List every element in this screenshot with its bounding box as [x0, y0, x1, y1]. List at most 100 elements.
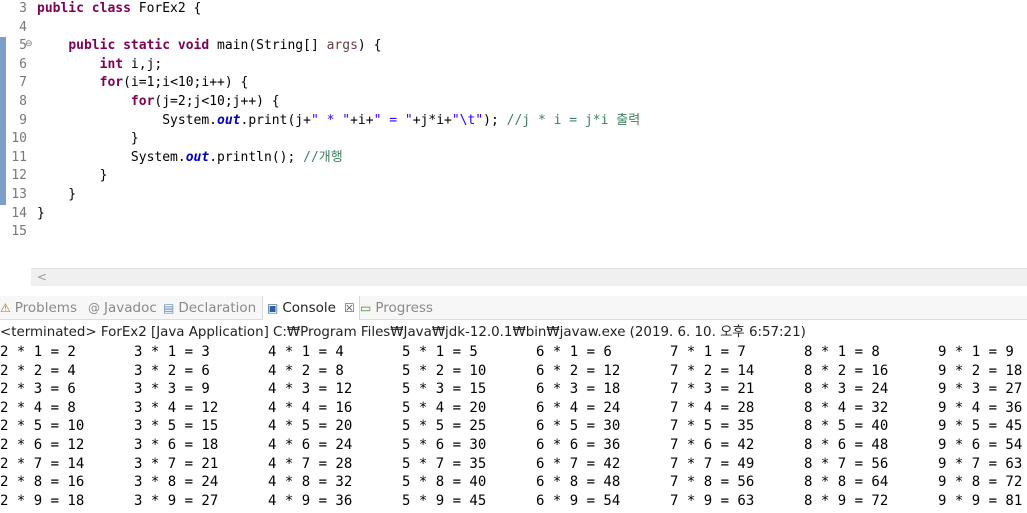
console-output-cell: 2 * 4 = 8	[0, 399, 76, 416]
tab-label: Console	[282, 300, 336, 316]
progress-icon: ▭	[360, 301, 372, 315]
line-number: 3	[19, 1, 27, 16]
code-line[interactable]: }	[37, 205, 45, 224]
console-output-cell: 3 * 3 = 9	[134, 381, 210, 398]
console-output-cell: 8 * 5 = 40	[804, 418, 889, 435]
code-token: public static void	[68, 38, 210, 54]
console-output-cell: 8 * 2 = 16	[804, 362, 889, 379]
tab-label: Javadoc	[104, 300, 157, 316]
code-line[interactable]: }	[37, 167, 108, 186]
console-output-cell: 9 * 9 = 81	[938, 492, 1023, 509]
console-output-cell: 7 * 6 = 42	[670, 437, 755, 453]
code-token: int	[99, 56, 124, 72]
code-editor[interactable]: 3 4 5 6 7 8 9 10 11 12 13 14 15 ⊖ public class ForEx2…	[0, 0, 1027, 286]
console-output-cell: 2 * 5 = 10	[0, 418, 85, 435]
code-token: (i=1;i<10;i++) {	[123, 75, 249, 91]
console-output-cell: 8 * 4 = 32	[804, 399, 889, 416]
console-output-line: 2 * 3 = 6 3 * 3 = 9 4 * 3 = 12 5 * 3 = 15 6 …	[0, 380, 1027, 399]
console-output-cell: 3 * 9 = 27	[134, 492, 219, 509]
code-token: //개행	[303, 149, 343, 165]
console-output-cell: 9 * 5 = 45	[938, 418, 1023, 435]
tab-progress[interactable]: ▭ Progress	[360, 296, 433, 320]
console-output-cell: 5 * 9 = 45	[402, 492, 487, 509]
tab-label: Problems	[14, 300, 77, 316]
console-output-cell: 5 * 2 = 10	[402, 362, 487, 379]
tab-problems[interactable]: ⚠ Problems	[0, 296, 77, 320]
console-output-cell: 3 * 7 = 21	[134, 455, 219, 472]
console-output-cell: 6 * 3 = 18	[536, 381, 621, 398]
console-output-line: 2 * 5 = 10 3 * 5 = 15 4 * 5 = 20 5 * 5 = 25…	[0, 417, 1027, 436]
tab-declaration[interactable]: ▤ Declaration	[163, 296, 256, 320]
console-output-line: 2 * 8 = 16 3 * 8 = 24 4 * 8 = 32 5 * 8 = 40…	[0, 473, 1027, 492]
console-output-cell: 9 * 4 = 36	[938, 399, 1023, 416]
code-line[interactable]: }	[37, 130, 139, 149]
tab-javadoc[interactable]: @ Javadoc	[88, 296, 157, 320]
console-output-cell: 6 * 2 = 12	[536, 362, 621, 379]
console-output-line: 2 * 4 = 8 3 * 4 = 12 4 * 4 = 16 5 * 4 = 20 6…	[0, 399, 1027, 418]
code-line[interactable]: System.out.print(j+" * "+i+" = "+j*i+"\t…	[37, 112, 640, 131]
fold-collapse-icon[interactable]: ⊖	[25, 39, 33, 49]
horizontal-scrollbar[interactable]: <	[31, 268, 1027, 286]
console-output-cell: 4 * 6 = 24	[268, 437, 353, 453]
code-token: //j * i = j*i 출력	[506, 112, 641, 128]
console-output-cell: 9 * 8 = 72	[938, 474, 1023, 491]
code-token: System.	[37, 112, 218, 128]
console-output-cell: 3 * 5 = 15	[134, 418, 219, 435]
code-token: args	[326, 38, 358, 54]
console-output-cell: 6 * 9 = 54	[536, 492, 621, 509]
console-output-cell: 7 * 4 = 28	[670, 399, 755, 416]
code-token: out	[185, 149, 210, 165]
code-token: for	[130, 94, 155, 109]
code-token: ForEx2 {	[130, 1, 202, 16]
tab-console[interactable]: ▣ Console ☒	[262, 296, 360, 320]
console-output-cell: 4 * 5 = 20	[268, 418, 353, 435]
code-token: }	[37, 205, 45, 221]
console-output-cell: 4 * 3 = 12	[268, 381, 353, 398]
code-line[interactable]: public static void main(String[] args) {	[37, 37, 381, 56]
console-status-line: <terminated> ForEx2 [Java Application] C…	[0, 325, 806, 340]
code-line[interactable]: for(i=1;i<10;i++) {	[37, 74, 249, 93]
tab-label: Declaration	[178, 300, 257, 316]
scroll-left-icon[interactable]: <	[37, 269, 47, 286]
close-icon[interactable]: ☒	[344, 301, 355, 315]
console-output-cell: 2 * 8 = 16	[0, 474, 85, 491]
problems-icon: ⚠	[0, 301, 11, 315]
console-output-cell: 5 * 8 = 40	[402, 474, 487, 491]
code-token: " * "	[310, 112, 351, 128]
console-output-cell: 2 * 3 = 6	[0, 381, 76, 398]
console-output-cell: 7 * 7 = 49	[670, 455, 755, 472]
console-output-cell: 9 * 2 = 18	[938, 362, 1023, 379]
code-line[interactable]: System.out.println(); //개행	[37, 149, 343, 168]
console-output-cell: 2 * 9 = 18	[0, 492, 85, 509]
console-output-cell: 6 * 5 = 30	[536, 418, 621, 435]
code-token: +j*i+	[412, 112, 452, 128]
console-output-cell: 7 * 9 = 63	[670, 492, 755, 509]
line-number: 15	[11, 224, 27, 240]
console-output-cell: 2 * 1 = 2	[0, 344, 76, 360]
console-output-cell: 5 * 6 = 30	[402, 437, 487, 453]
console-output-cell: 5 * 7 = 35	[402, 455, 487, 472]
console-output-cell: 9 * 1 = 9	[938, 344, 1014, 360]
console-output-cell: 7 * 8 = 56	[670, 474, 755, 491]
code-token: ) {	[357, 38, 382, 54]
code-token: System.	[37, 149, 186, 165]
console-view: <terminated> ForEx2 [Java Application] C…	[0, 321, 1027, 513]
console-output-line: 2 * 1 = 2 3 * 1 = 3 4 * 1 = 4 5 * 1 = 5 6 * …	[0, 343, 1027, 362]
console-output-cell: 7 * 3 = 21	[670, 381, 755, 398]
code-token: .println();	[209, 149, 304, 165]
console-output-cell: 9 * 6 = 54	[938, 437, 1023, 453]
console-output-cell: 4 * 1 = 4	[268, 344, 344, 360]
console-output-line: 2 * 6 = 12 3 * 6 = 18 4 * 6 = 24 5 * 6 = 30…	[0, 436, 1027, 455]
declaration-icon: ▤	[163, 301, 175, 315]
console-output-cell: 6 * 8 = 48	[536, 474, 621, 491]
console-output-cell: 3 * 6 = 18	[134, 437, 219, 453]
code-line[interactable]: }	[37, 186, 76, 205]
code-line[interactable]: public class ForEx2 {	[37, 0, 201, 19]
console-output-cell: 8 * 6 = 48	[804, 437, 889, 453]
code-token: public class	[37, 1, 131, 16]
console-output-line: 2 * 9 = 18 3 * 9 = 27 4 * 9 = 36 5 * 9 = 45…	[0, 492, 1027, 511]
code-line[interactable]: int i,j;	[37, 56, 163, 75]
code-line[interactable]: for(j=2;j<10;j++) {	[37, 93, 280, 112]
console-output-cell: 3 * 4 = 12	[134, 399, 219, 416]
